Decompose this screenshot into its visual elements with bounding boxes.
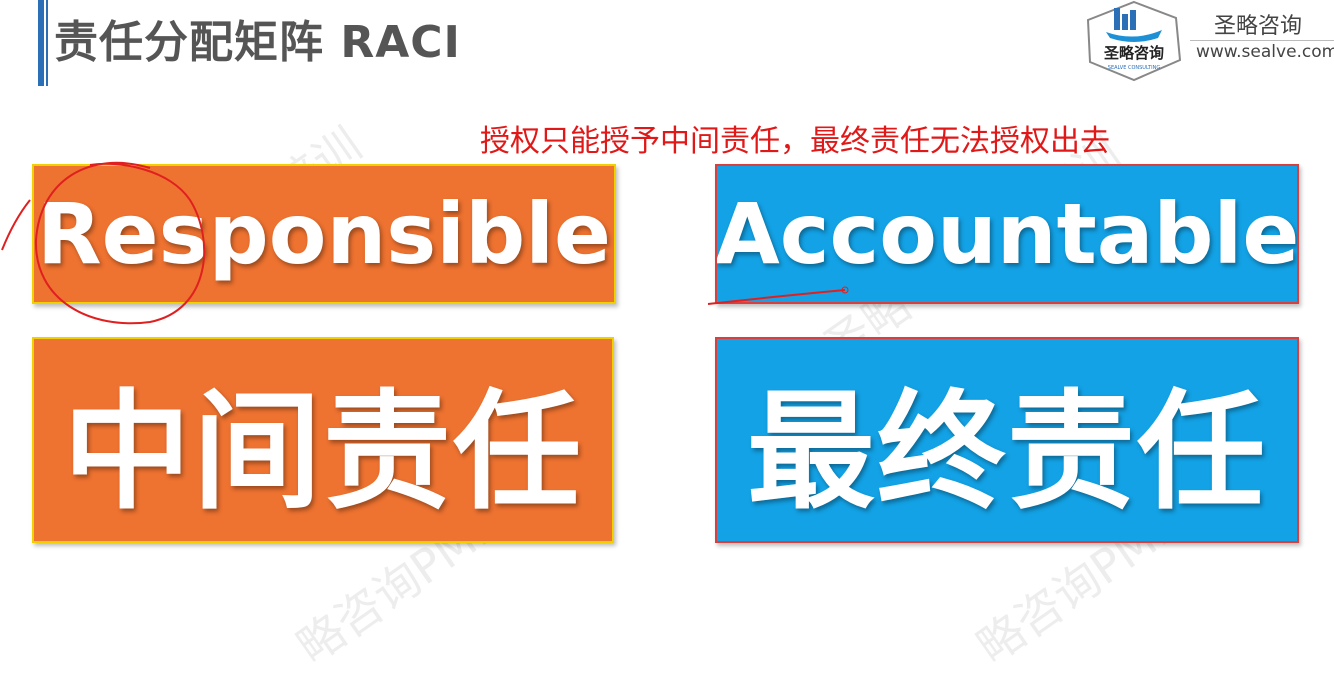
brand-url: www.sealve.com — [1196, 42, 1334, 62]
title-accent-bar — [38, 0, 44, 86]
page-title: 责任分配矩阵 RACI — [54, 17, 461, 68]
responsible-card: Responsible — [32, 164, 616, 304]
intermediate-responsibility-card: 中间责任 — [32, 337, 614, 543]
final-responsibility-label: 最终责任 — [746, 377, 1267, 527]
intermediate-responsibility-label: 中间责任 — [62, 377, 583, 527]
responsible-label: Responsible — [37, 185, 611, 283]
final-responsibility-card: 最终责任 — [715, 337, 1299, 543]
accountable-card: Accountable — [715, 164, 1299, 304]
title-accent-line — [46, 0, 48, 86]
brand-name: 圣略咨询 — [1214, 14, 1303, 39]
annotation-note: 授权只能授予中间责任，最终责任无法授权出去 — [480, 124, 1110, 159]
logo-text: 圣略咨询 — [1103, 44, 1164, 62]
pen-tick — [1, 199, 31, 251]
brand-divider — [1190, 40, 1334, 41]
sealve-logo: 圣略咨询 SEALVE CONSULTING — [1084, 0, 1184, 82]
accountable-label: Accountable — [715, 185, 1299, 283]
logo-subtext: SEALVE CONSULTING — [1108, 65, 1161, 71]
